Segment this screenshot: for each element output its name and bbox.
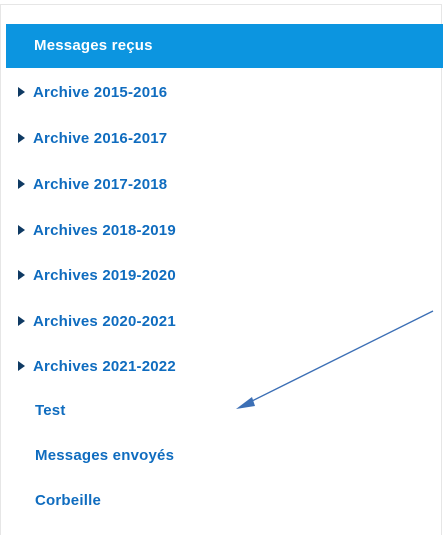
sidebar-item-archives-2020-2021[interactable]: Archives 2020-2021 [18,307,176,335]
sidebar-item-label: Archive 2017-2018 [33,175,168,193]
sidebar-item-archives-2021-2022[interactable]: Archives 2021-2022 [18,352,176,380]
sidebar-item-archive-2016-2017[interactable]: Archive 2016-2017 [18,124,167,152]
sidebar-item-archives-2018-2019[interactable]: Archives 2018-2019 [18,216,176,244]
sidebar-item-messages-recus[interactable]: Messages reçus [6,24,443,68]
sidebar-item-label: Messages envoyés [35,446,175,464]
sidebar-item-label: Archives 2018-2019 [33,221,176,239]
sidebar-item-label: Corbeille [35,491,101,509]
caret-right-icon [18,316,25,326]
sidebar-item-archive-2015-2016[interactable]: Archive 2015-2016 [18,78,167,106]
caret-right-icon [18,225,25,235]
sidebar-item-messages-envoyes[interactable]: Messages envoyés [35,441,174,469]
sidebar-item-corbeille[interactable]: Corbeille [35,486,101,514]
sidebar-item-label: Archive 2016-2017 [33,129,168,147]
caret-right-icon [18,133,25,143]
sidebar-item-label: Archives 2019-2020 [33,266,176,284]
caret-right-icon [18,361,25,371]
sidebar-item-label: Messages reçus [34,37,153,54]
sidebar-item-test[interactable]: Test [35,396,66,424]
sidebar-item-label: Archives 2020-2021 [33,312,176,330]
sidebar-item-label: Archive 2015-2016 [33,83,168,101]
caret-right-icon [18,179,25,189]
sidebar-item-label: Archives 2021-2022 [33,357,176,375]
caret-right-icon [18,270,25,280]
sidebar-item-label: Test [35,401,66,419]
sidebar-item-archives-2019-2020[interactable]: Archives 2019-2020 [18,261,176,289]
page: Messages reçus Archive 2015-2016 Archive… [0,0,443,535]
caret-right-icon [18,87,25,97]
sidebar-item-archive-2017-2018[interactable]: Archive 2017-2018 [18,170,167,198]
